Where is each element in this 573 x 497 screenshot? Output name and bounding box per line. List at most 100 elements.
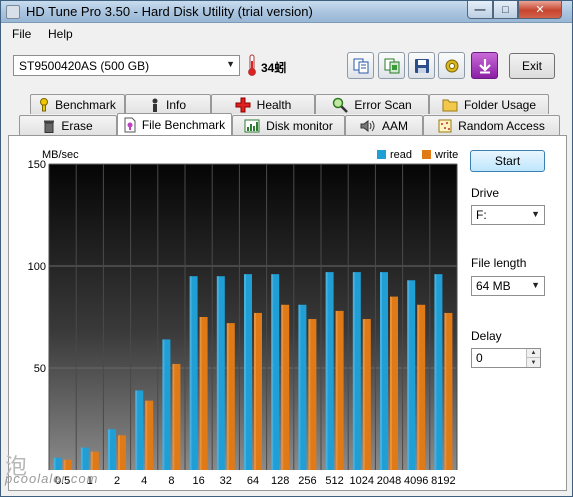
drive-select-value: ST9500420AS (500 GB) [19,59,150,73]
file-benchmark-icon [124,117,136,133]
menu-bar: File Help [1,24,572,44]
tab-folder-usage-label: Folder Usage [463,97,537,112]
disk-monitor-icon [244,119,260,133]
bar-highlight [308,319,311,470]
tab-folder-usage[interactable]: Folder Usage [429,94,549,114]
bar-highlight [162,339,165,470]
bar-highlight [108,429,110,470]
download-button[interactable] [471,52,498,79]
x-tick-label: 16 [192,475,204,487]
temperature-readout: 34蚓 [261,61,287,75]
benchmark-icon [39,97,49,112]
tab-info[interactable]: Info [125,94,211,114]
spin-down-button[interactable]: ▼ [527,358,540,367]
bar-highlight [362,319,365,470]
file-length-label: File length [471,256,527,270]
x-tick-label: 4 [141,475,147,487]
copy-text-button[interactable] [347,52,374,79]
trash-icon [43,119,55,133]
chevron-down-icon: ▼ [531,280,540,290]
bar-highlight [226,323,229,470]
folder-icon [442,98,458,112]
copy-screenshot-icon [384,58,399,73]
tab-random-access[interactable]: Random Access [423,115,560,135]
tab-erase-label: Erase [61,118,93,133]
maximize-button[interactable]: □ [493,1,518,19]
x-tick-label: 1024 [350,475,374,487]
menu-help[interactable]: Help [48,27,73,41]
tab-disk-monitor[interactable]: Disk monitor [232,115,345,135]
bar-highlight [118,435,120,470]
x-tick-label: 256 [298,475,316,487]
health-cross-icon [235,97,251,113]
file-length-select[interactable]: 64 MB ▼ [471,276,545,296]
x-tick-label: 32 [220,475,232,487]
tab-aam[interactable]: AAM [345,115,423,135]
bar-highlight [244,274,246,470]
benchmark-chart-area: MB/sec 150 100 50 0.5 1 2 4 8 16 32 64 128 256 512 10… [16,140,462,488]
app-window: HD Tune Pro 3.50 - Hard Disk Utility (tr… [0,0,573,497]
legend-label-write: write [434,149,458,161]
tab-benchmark-label: Benchmark [55,97,116,112]
tab-benchmark[interactable]: Benchmark [30,94,125,114]
bar-highlight [390,296,392,470]
title-bar[interactable]: HD Tune Pro 3.50 - Hard Disk Utility (tr… [1,1,572,23]
tab-health-label: Health [256,97,292,112]
x-tick-label: 4096 [404,475,428,487]
tab-random-access-label: Random Access [458,118,545,133]
copy-screenshot-button[interactable] [378,52,405,79]
delay-label: Delay [471,329,502,343]
info-icon [150,98,160,112]
options-button[interactable] [438,52,465,79]
tab-erase[interactable]: Erase [19,115,117,135]
close-button[interactable]: ✕ [518,1,562,19]
tab-aam-label: AAM [381,118,408,133]
drive-select[interactable]: ST9500420AS (500 GB) ▼ [13,55,240,76]
bar-highlight [189,276,192,470]
exit-button[interactable]: Exit [509,53,555,79]
bar-highlight [298,304,301,470]
menu-file[interactable]: File [12,27,31,41]
minimize-button[interactable]: — [467,1,493,19]
start-button[interactable]: Start [470,150,545,172]
bar-highlight [271,274,274,470]
bar-highlight [135,390,138,470]
spin-up-button[interactable]: ▲ [527,349,540,358]
tab-file-benchmark-label: File Benchmark [141,117,226,132]
benchmark-chart: MB/sec 15010050 0.5 1 2 4 8 16 32 64 128 256 512 10… [28,149,459,487]
tab-error-scan-label: Error Scan [354,97,412,112]
x-tick-label: 8192 [431,475,455,487]
bar-highlight [335,310,338,470]
tab-file-benchmark[interactable]: File Benchmark [117,113,232,135]
y-tick-label: 150 [28,159,46,171]
bar-highlight [90,451,93,470]
bar-highlight [325,272,328,470]
save-button[interactable] [408,52,435,79]
x-tick-labels: 0.5 1 2 4 8 16 32 64 128 256 512 1024 2048 4096 8192 [55,475,456,487]
bar-highlight [254,312,256,470]
x-tick-label: 64 [247,475,259,487]
y-tick-label: 50 [34,363,46,375]
bar-highlight [380,272,382,470]
tab-health[interactable]: Health [211,94,315,114]
toolbar: ST9500420AS (500 GB) ▼ 34蚓 Exit [1,45,572,89]
save-icon [414,58,429,73]
drive-label: Drive [471,186,500,200]
tab-error-scan[interactable]: Error Scan [315,94,429,114]
bar-highlight [53,457,56,470]
chart-legend: read write [377,149,458,161]
speaker-icon [360,119,376,133]
window-title: HD Tune Pro 3.50 - Hard Disk Utility (tr… [26,4,313,19]
download-icon [478,58,491,73]
y-tick-label: 100 [28,261,46,273]
x-tick-label: 2048 [377,475,401,487]
drive-letter-select[interactable]: F: ▼ [471,205,545,225]
delay-spinner[interactable]: 0 ▲ ▼ [471,348,541,368]
bar-highlight [434,274,437,470]
delay-value[interactable]: 0 [476,351,483,365]
tab-disk-monitor-label: Disk monitor [266,118,333,133]
thermometer-icon [248,54,256,76]
x-tick-label: 8 [168,475,174,487]
bar-highlight [80,447,83,470]
file-length-value: 64 MB [476,279,511,293]
